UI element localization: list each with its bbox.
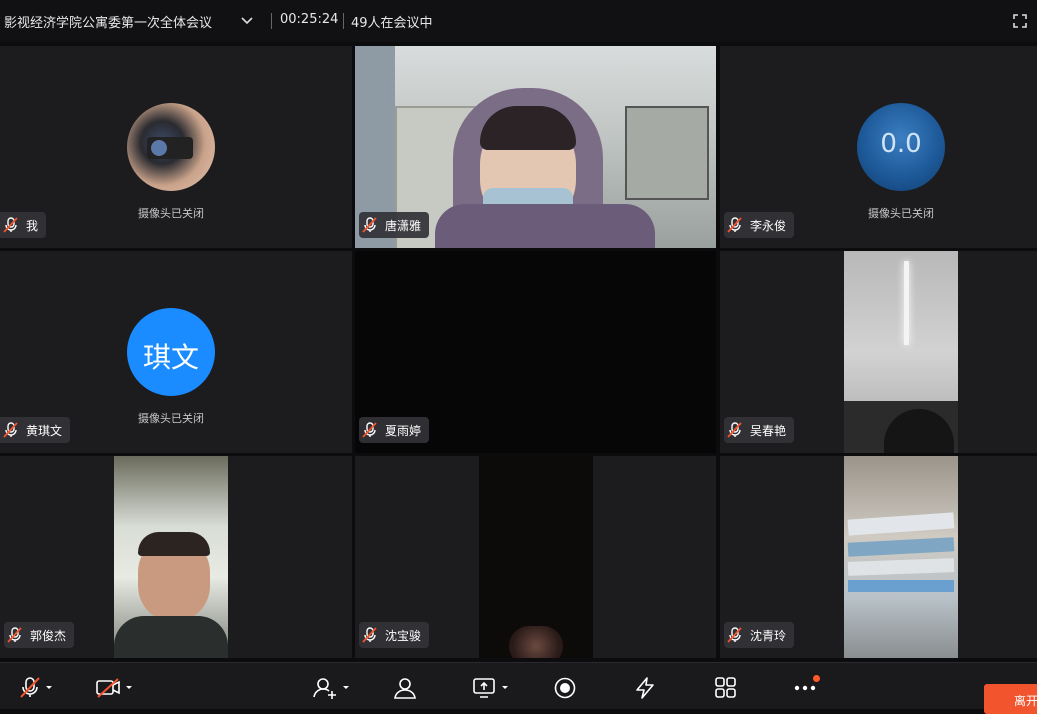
meeting-timer: 00:25:24 — [280, 12, 339, 27]
participant-name: 沈青玲 — [750, 628, 787, 643]
divider — [271, 13, 272, 29]
avatar: 琪文 — [127, 308, 215, 396]
participant-name: 李永俊 — [750, 218, 787, 233]
participant-name: 吴春艳 — [750, 423, 787, 438]
mic-muted-icon — [362, 217, 377, 233]
participant-tile-video[interactable]: 沈青玲 — [720, 456, 1037, 658]
avatar — [127, 103, 215, 191]
name-tag: 李永俊 — [724, 212, 795, 238]
participant-tile-video[interactable]: 唐潇雅 — [355, 46, 716, 248]
camera-off-icon — [96, 678, 132, 698]
mic-muted-icon — [362, 422, 377, 438]
record-button[interactable] — [553, 677, 577, 703]
record-icon — [554, 677, 576, 699]
name-tag: 夏雨婷 — [359, 417, 430, 443]
participant-tile[interactable]: 0.0 摄像头已关闭 李永俊 — [720, 46, 1037, 248]
mic-muted-icon — [7, 627, 22, 643]
add-user-icon — [313, 678, 349, 699]
name-tag: 黄琪文 — [0, 417, 71, 443]
mic-muted-icon — [20, 677, 52, 698]
participant-tile-video[interactable]: 沈宝骏 — [355, 456, 716, 658]
mic-muted-icon — [727, 422, 742, 438]
chevron-down-icon[interactable] — [240, 13, 254, 27]
invite-button[interactable] — [313, 677, 353, 703]
participant-tile-video[interactable]: 夏雨婷 — [355, 251, 716, 453]
participant-tile[interactable]: 琪文 摄像头已关闭 黄琪文 — [0, 251, 352, 453]
camera-off-text: 摄像头已关闭 — [138, 412, 204, 425]
fullscreen-icon[interactable] — [1013, 14, 1027, 28]
avatar-text: 0.0 — [880, 129, 922, 159]
participant-name: 我 — [26, 218, 39, 233]
name-tag: 郭俊杰 — [4, 622, 75, 648]
participant-tile-me[interactable]: 摄像头已关闭 我 — [0, 46, 352, 248]
meeting-toolbar — [0, 662, 1037, 709]
video-feed — [844, 251, 958, 453]
members-icon — [394, 678, 416, 699]
mic-muted-icon — [3, 422, 18, 438]
apps-button[interactable] — [714, 677, 738, 703]
name-tag: 我 — [0, 212, 47, 238]
mic-muted-icon — [362, 627, 377, 643]
grid-icon — [715, 677, 736, 698]
share-screen-button[interactable] — [472, 677, 512, 703]
participant-tile-video[interactable]: 郭俊杰 — [0, 456, 352, 658]
avatar: 0.0 — [857, 103, 945, 191]
participant-name: 沈宝骏 — [385, 628, 422, 643]
mute-button[interactable] — [18, 677, 54, 703]
participant-name: 郭俊杰 — [30, 628, 67, 643]
mic-muted-icon — [727, 217, 742, 233]
mic-muted-icon — [727, 627, 742, 643]
leave-label: 离开 — [1014, 694, 1037, 708]
leave-button[interactable]: 离开 — [984, 684, 1037, 714]
avatar-text: 琪文 — [142, 341, 199, 374]
divider — [343, 13, 344, 29]
participant-name: 黄琪文 — [26, 423, 63, 438]
mic-muted-icon — [3, 217, 18, 233]
notification-dot — [813, 675, 820, 682]
name-tag: 沈青玲 — [724, 622, 795, 648]
share-screen-icon — [473, 678, 508, 698]
members-button[interactable] — [393, 677, 417, 703]
video-feed — [844, 456, 958, 658]
top-bar: 影视经济学院公寓委第一次全体会议 00:25:24 49人在会议中 — [0, 0, 1037, 42]
lightning-icon — [636, 677, 654, 699]
meeting-title[interactable]: 影视经济学院公寓委第一次全体会议 — [4, 12, 212, 31]
name-tag: 唐潇雅 — [359, 212, 430, 238]
name-tag: 沈宝骏 — [359, 622, 430, 648]
name-tag: 吴春艳 — [724, 417, 795, 443]
participant-name: 唐潇雅 — [385, 218, 422, 233]
video-feed — [114, 456, 228, 658]
participant-count[interactable]: 49人在会议中 — [351, 12, 433, 31]
quick-action-button[interactable] — [633, 677, 657, 703]
video-button[interactable] — [96, 677, 136, 703]
participant-name: 夏雨婷 — [385, 423, 422, 438]
camera-off-text: 摄像头已关闭 — [138, 207, 204, 220]
video-feed — [479, 456, 593, 658]
camera-off-text: 摄像头已关闭 — [868, 207, 934, 220]
participant-tile-video[interactable]: 吴春艳 — [720, 251, 1037, 453]
